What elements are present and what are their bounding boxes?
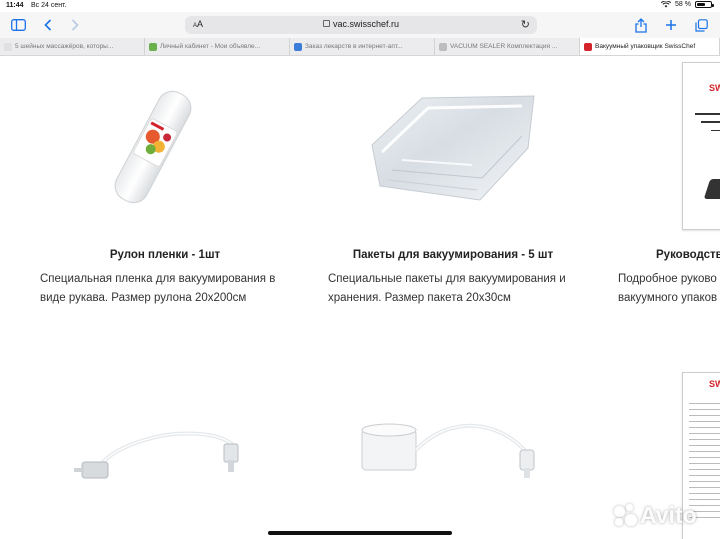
film-roll-image	[114, 90, 192, 204]
battery-icon	[695, 1, 714, 8]
hose-adapter-image	[74, 431, 239, 479]
tab-vacuum-sealer-kit[interactable]: VACUUM SEALER Комплектация ...	[435, 38, 580, 55]
warranty-text-line	[689, 421, 720, 422]
tab-label: Вакуумный упаковщик SwissChef	[595, 43, 696, 50]
url-text: vac.swisschef.ru	[332, 19, 400, 29]
home-indicator[interactable]	[268, 531, 452, 535]
tab-favicon	[584, 42, 592, 51]
warranty-text-line	[689, 427, 720, 428]
warranty-brand-logo: SWIS	[709, 379, 720, 389]
warranty-text-line	[689, 493, 720, 494]
manual-device-photo	[703, 179, 720, 199]
status-right-group: 58 %	[661, 1, 714, 8]
tab-avito-cabinet[interactable]: Личный кабинет - Мои объявле...	[145, 38, 290, 55]
manual-booklet-image: SWIS	[682, 62, 720, 230]
product-desc-manual: Подробное руково вакуумного упаков	[618, 273, 718, 304]
tab-swisschef[interactable]: Вакуумный упаковщик SwissChef	[580, 38, 720, 55]
wifi-icon	[661, 1, 672, 8]
status-time: 11:44	[6, 2, 24, 9]
warranty-text-line	[689, 457, 720, 458]
warranty-text-line	[689, 439, 720, 440]
vacuum-bags-image	[371, 95, 535, 201]
page-content: SWIS Рулон пленки - 1шт Пакеты для вакуу…	[0, 56, 720, 539]
product-desc-bags: Специальные пакеты для вакуумирования и …	[328, 273, 566, 304]
avito-watermark-text: Avito	[640, 501, 697, 528]
warranty-text-line	[689, 487, 720, 488]
hose-adapter-cup-image	[361, 423, 535, 478]
tab-favicon	[4, 42, 12, 51]
product-desc-film-roll: Специальная пленка для вакуумирования в …	[40, 273, 276, 304]
tab-label: VACUUM SEALER Комплектация ...	[450, 43, 558, 50]
warranty-text-line	[689, 463, 720, 464]
warranty-text-line	[689, 409, 720, 410]
warranty-text-line	[689, 481, 720, 482]
product-title-film-roll: Рулон пленки - 1шт	[109, 249, 221, 261]
warranty-text-line	[689, 469, 720, 470]
warranty-text-line	[689, 415, 720, 416]
battery-percent: 58 %	[675, 1, 691, 8]
product-title-manual: Руководство	[656, 249, 720, 261]
url-display[interactable]: vac.swisschef.ru	[185, 19, 537, 29]
avito-watermark: Avito	[612, 498, 712, 532]
tab-massagers[interactable]: 5 шейных массажёров, которы...	[0, 38, 145, 55]
warranty-text-line	[689, 433, 720, 434]
tab-favicon	[149, 42, 157, 51]
tab-favicon	[294, 42, 302, 51]
sidebar-toggle-icon[interactable]	[9, 16, 27, 34]
share-icon[interactable]	[632, 16, 650, 34]
browser-toolbar: AAAA vac.swisschef.ru ↻	[0, 12, 720, 38]
tab-overview-icon[interactable]	[692, 16, 710, 34]
warranty-text-line	[689, 451, 720, 452]
warranty-text-line	[689, 475, 720, 476]
reload-icon[interactable]: ↻	[521, 18, 530, 31]
warranty-text-line	[689, 445, 720, 446]
warranty-text-line	[689, 403, 720, 404]
status-bar: 11:44 Вс 24 сент. 58 %	[0, 0, 720, 12]
tab-pharmacy[interactable]: Заказ лекарств в интернет-апт...	[290, 38, 435, 55]
new-tab-icon[interactable]	[662, 16, 680, 34]
avito-logo-icon	[612, 502, 638, 528]
forward-icon[interactable]	[66, 16, 84, 34]
status-date: Вс 24 сент.	[31, 2, 67, 9]
tab-favicon	[439, 42, 447, 51]
tab-bar: 5 шейных массажёров, которы... Личный ка…	[0, 38, 720, 56]
manual-heading-line	[695, 113, 720, 115]
tab-label: 5 шейных массажёров, которы...	[15, 43, 114, 50]
product-title-bags: Пакеты для вакуумирования - 5 шт	[352, 249, 554, 261]
tab-label: Личный кабинет - Мои объявле...	[160, 43, 261, 50]
lock-icon	[322, 20, 330, 27]
tab-label: Заказ лекарств в интернет-апт...	[305, 43, 403, 50]
back-icon[interactable]	[39, 16, 57, 34]
address-bar[interactable]: AAAA vac.swisschef.ru ↻	[185, 16, 537, 34]
manual-heading-line	[701, 121, 720, 123]
manual-brand-logo: SWIS	[709, 83, 720, 93]
manual-heading-line	[711, 130, 720, 131]
